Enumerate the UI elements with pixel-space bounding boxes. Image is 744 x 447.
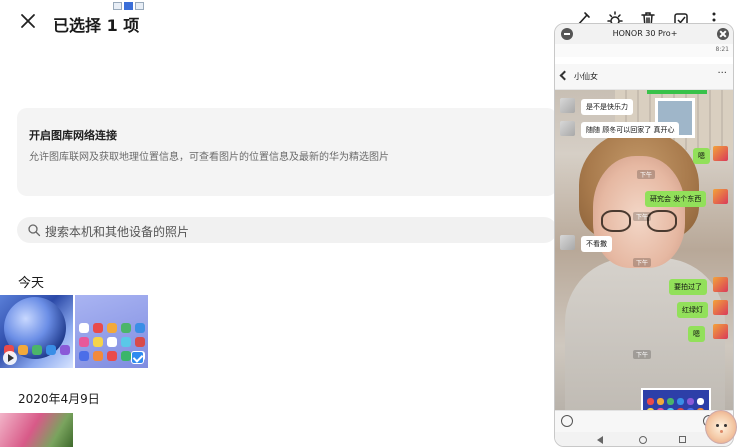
voice-input-icon[interactable]	[561, 415, 573, 427]
nav-home-icon[interactable]	[639, 436, 647, 444]
section-header-today: 今天	[18, 276, 45, 291]
green-progress-strip	[647, 90, 707, 94]
network-connection-card[interactable]: 开启图库网络连接 允许图库联网及获取地理位置信息，可查看图片的位置信息及最新的华…	[17, 108, 557, 196]
close-icon[interactable]	[717, 28, 729, 40]
search-input[interactable]: 搜索本机和其他设备的照片	[17, 217, 557, 243]
timestamp: 下午	[637, 170, 656, 179]
phone-status-bar: 8:21	[555, 44, 733, 57]
chat-area[interactable]: 是不是快乐力 随随 顾冬可以回家了 真开心 嗯 下午 研究会 发个东西 下午 不…	[555, 90, 733, 410]
network-card-description: 允许图库联网及获取地理位置信息，可查看图片的位置信息及最新的华为精选图片	[29, 152, 389, 163]
photo-thumbnail-selected[interactable]	[75, 295, 148, 368]
chat-message-in[interactable]: 不看撒	[581, 236, 612, 252]
chat-contact-name: 小仙女	[574, 72, 598, 81]
assistant-sticker-icon[interactable]	[705, 410, 737, 444]
video-play-icon	[3, 351, 17, 365]
nav-back-icon[interactable]	[597, 436, 603, 444]
timestamp: 下午	[633, 212, 652, 221]
chat-message-out[interactable]: 嗯	[688, 326, 705, 342]
status-time: 8:21	[715, 46, 729, 53]
avatar[interactable]	[713, 277, 728, 292]
avatar[interactable]	[713, 189, 728, 204]
back-icon[interactable]	[559, 70, 570, 81]
projection-window-titlebar[interactable]: HONOR 30 Pro+	[555, 24, 733, 44]
avatar[interactable]	[560, 98, 575, 113]
section-header-date: 2020年4月9日	[18, 392, 100, 406]
nav-recent-icon[interactable]	[679, 436, 686, 443]
network-card-title: 开启图库网络连接	[29, 129, 117, 142]
photo-thumbnail[interactable]	[0, 295, 73, 368]
timestamp: 下午	[633, 350, 652, 359]
chat-header: 小仙女 ···	[555, 64, 733, 90]
chat-message-in[interactable]: 是不是快乐力	[581, 99, 633, 115]
selected-checkbox[interactable]	[131, 351, 144, 364]
chat-message-in[interactable]: 随随 顾冬可以回家了 真开心	[581, 122, 680, 138]
avatar[interactable]	[713, 300, 728, 315]
avatar[interactable]	[560, 121, 575, 136]
chat-message-out[interactable]: 嗯	[693, 148, 710, 164]
close-icon[interactable]	[18, 11, 38, 31]
avatar[interactable]	[713, 324, 728, 339]
chat-message-out[interactable]: 要拍过了	[669, 279, 707, 295]
avatar[interactable]	[560, 235, 575, 250]
timestamp: 下午	[633, 258, 652, 267]
phone-projection-window[interactable]: HONOR 30 Pro+ 8:21 小仙女 ··· 是不是快乐力 随随 顾冬可…	[554, 23, 734, 447]
chat-more-icon[interactable]: ···	[717, 68, 727, 79]
photo-thumbnail[interactable]	[0, 413, 73, 447]
app-icons	[647, 398, 704, 410]
chat-image-message[interactable]	[641, 388, 711, 410]
chat-message-out[interactable]: 研究会 发个东西	[645, 191, 707, 207]
search-icon	[28, 224, 41, 237]
projection-window-title: HONOR 30 Pro+	[612, 29, 678, 38]
status-indicators	[113, 2, 144, 10]
selection-title: 已选择 1 项	[53, 16, 140, 35]
chat-message-out[interactable]: 红绿灯	[677, 302, 708, 318]
search-placeholder: 搜索本机和其他设备的照片	[45, 225, 190, 239]
avatar[interactable]	[713, 146, 728, 161]
